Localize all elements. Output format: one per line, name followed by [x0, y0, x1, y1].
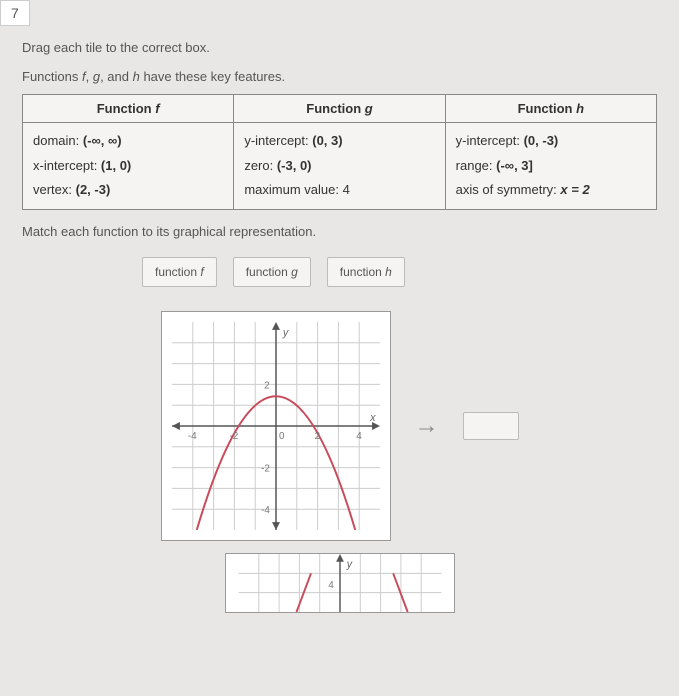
match-instruction: Match each function to its graphical rep…	[22, 224, 657, 239]
header-f: Function f	[23, 95, 234, 123]
features-table: Function f Function g Function h domain:…	[22, 94, 657, 210]
graph-2: y 4	[225, 553, 455, 613]
svg-text:-2: -2	[261, 464, 270, 475]
header-g: Function g	[234, 95, 445, 123]
fn-f: f	[82, 69, 86, 84]
svg-text:2: 2	[264, 380, 270, 391]
instruction: Drag each tile to the correct box.	[22, 40, 657, 55]
tile-function-h[interactable]: function h	[327, 257, 405, 287]
arrow-icon: →	[415, 412, 439, 440]
content: Drag each tile to the correct box. Funct…	[0, 26, 679, 627]
subtext-a: Functions	[22, 69, 82, 84]
question-number: 7	[0, 0, 30, 26]
svg-text:2: 2	[314, 431, 320, 442]
graph-2-svg: y 4	[226, 554, 454, 612]
cell-h: y-intercept: (0, -3) range: (-∞, 3] axis…	[445, 123, 656, 210]
cell-f: domain: (-∞, ∞) x-intercept: (1, 0) vert…	[23, 123, 234, 210]
graph-1: y x 0 -2 -4 2 4 2 -2 -4	[161, 311, 391, 541]
subtext: Functions f, g, and h have these key fea…	[22, 69, 657, 84]
fn-g: g	[93, 69, 100, 84]
header-h: Function h	[445, 95, 656, 123]
y-label: y	[281, 327, 288, 339]
svg-text:-2: -2	[229, 431, 238, 442]
subtext-b: , and	[100, 69, 133, 84]
tile-function-f[interactable]: function f	[142, 257, 217, 287]
svg-text:-4: -4	[261, 505, 270, 516]
svg-text:y: y	[345, 559, 352, 571]
subtext-c: have these key features.	[140, 69, 285, 84]
svg-text:4: 4	[356, 431, 362, 442]
svg-text:0: 0	[278, 431, 284, 442]
svg-text:4: 4	[328, 580, 334, 591]
fn-h: h	[133, 69, 140, 84]
drop-target-1[interactable]	[463, 412, 519, 440]
x-label: x	[369, 412, 376, 424]
cell-g: y-intercept: (0, 3) zero: (-3, 0) maximu…	[234, 123, 445, 210]
tile-row: function f function g function h	[142, 257, 657, 287]
svg-text:-4: -4	[187, 431, 196, 442]
tile-function-g[interactable]: function g	[233, 257, 311, 287]
graph-row-1: y x 0 -2 -4 2 4 2 -2 -4 →	[22, 311, 657, 541]
graph-1-svg: y x 0 -2 -4 2 4 2 -2 -4	[172, 322, 380, 530]
